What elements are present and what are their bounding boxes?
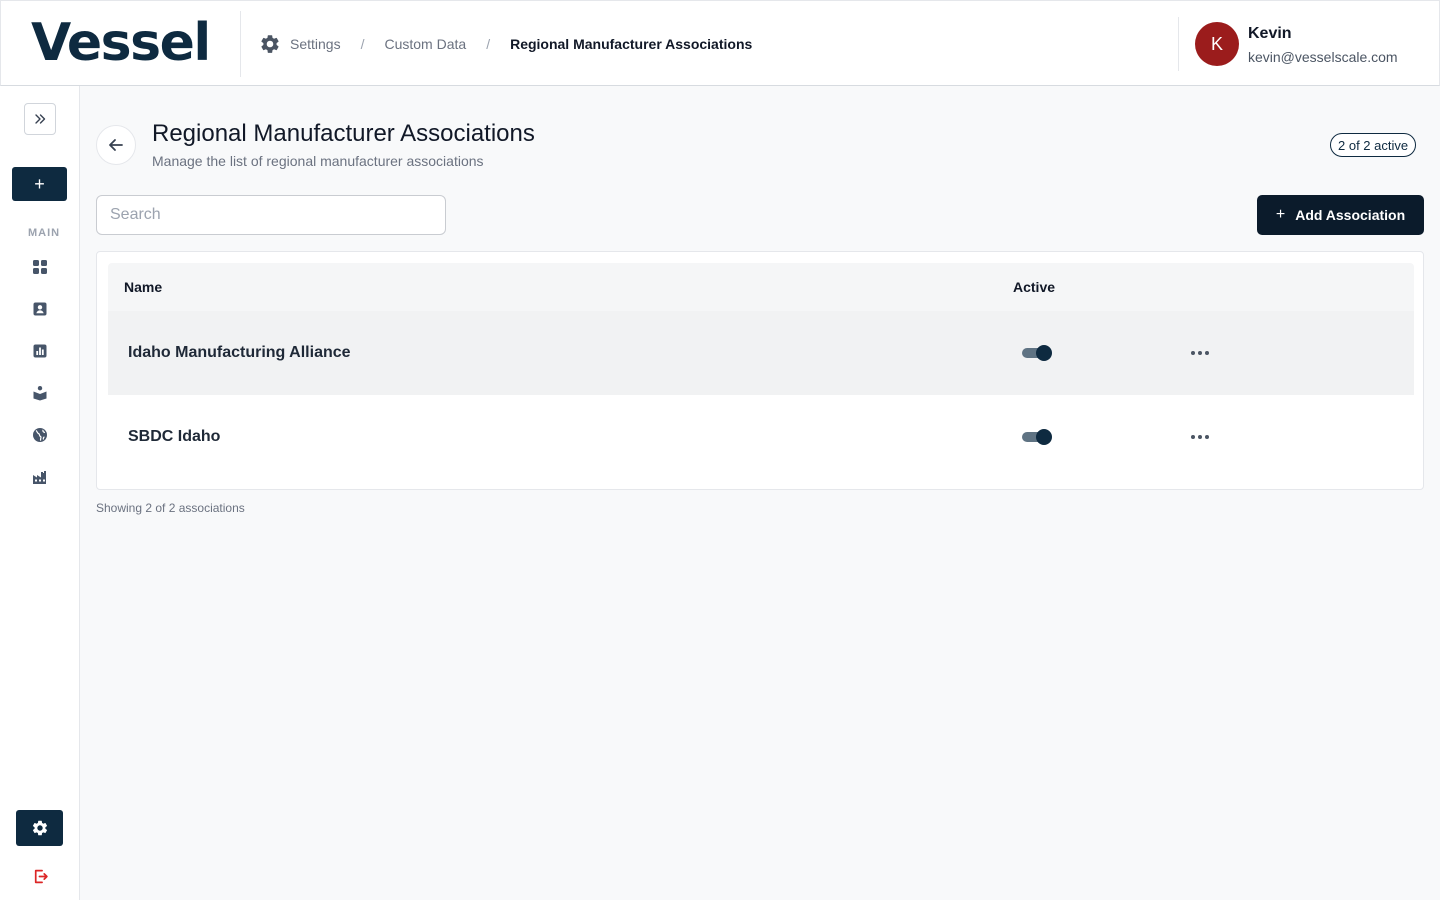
vessel-logo[interactable]: Vessel	[31, 15, 211, 71]
sidebar-item-manufacturers[interactable]	[30, 467, 50, 487]
active-toggle[interactable]	[1022, 344, 1052, 362]
add-association-button[interactable]: + Add Association	[1257, 195, 1424, 235]
ellipsis-icon-dot	[1205, 435, 1209, 439]
gear-icon	[261, 35, 279, 53]
ellipsis-icon-dot	[1198, 351, 1202, 355]
dashboard-grid-icon	[33, 260, 47, 274]
toggle-knob	[1036, 345, 1052, 361]
gear-icon	[32, 820, 47, 836]
sidebar-item-global[interactable]	[30, 425, 50, 445]
page-subtitle: Manage the list of regional manufacturer…	[152, 153, 484, 169]
more-actions-button[interactable]	[1188, 425, 1212, 449]
new-button[interactable]: +	[12, 167, 67, 201]
toggle-knob	[1036, 429, 1052, 445]
back-button[interactable]	[96, 125, 136, 165]
associations-table: Name Active Idaho Manufacturing Alliance…	[96, 251, 1424, 490]
top-header: Vessel Settings / Custom Data / Regional…	[0, 0, 1440, 86]
sidebar-item-contacts[interactable]	[30, 299, 50, 319]
breadcrumb-separator: /	[360, 36, 365, 52]
factory-icon	[33, 471, 46, 484]
table-row[interactable]: Idaho Manufacturing Alliance	[108, 311, 1414, 395]
search-input[interactable]	[96, 195, 446, 235]
ellipsis-icon-dot	[1191, 351, 1195, 355]
reader-icon	[33, 386, 47, 401]
arrow-left-icon	[109, 139, 123, 151]
breadcrumb: Settings / Custom Data / Regional Manufa…	[259, 32, 752, 56]
column-header-active[interactable]: Active	[1013, 279, 1055, 295]
sidebar-settings-button[interactable]	[16, 810, 63, 846]
more-actions-button[interactable]	[1188, 341, 1212, 365]
row-name: SBDC Idaho	[128, 428, 221, 445]
sidebar-section-main: MAIN	[28, 227, 61, 239]
breadcrumb-separator: /	[486, 36, 491, 52]
table-header: Name Active	[108, 263, 1414, 311]
breadcrumb-current: Regional Manufacturer Associations	[510, 36, 753, 52]
user-divider	[1178, 17, 1179, 71]
header-divider	[240, 11, 241, 77]
column-header-name[interactable]: Name	[124, 279, 162, 295]
contact-card-icon	[33, 302, 47, 316]
ellipsis-icon-dot	[1198, 435, 1202, 439]
breadcrumb-settings[interactable]: Settings	[290, 36, 341, 52]
sidebar-item-learning[interactable]	[30, 383, 50, 403]
page-title: Regional Manufacturer Associations	[152, 120, 535, 147]
active-toggle[interactable]	[1022, 428, 1052, 446]
avatar[interactable]: K	[1195, 22, 1239, 66]
sidebar-item-dashboard[interactable]	[30, 257, 50, 277]
sidebar: + MAIN	[0, 86, 80, 900]
ellipsis-icon-dot	[1191, 435, 1195, 439]
sidebar-item-reports[interactable]	[30, 341, 50, 361]
user-name: Kevin	[1248, 25, 1292, 42]
user-email: kevin@vesselscale.com	[1248, 49, 1398, 65]
results-count: Showing 2 of 2 associations	[96, 501, 245, 515]
logout-icon	[34, 869, 48, 883]
breadcrumb-custom-data[interactable]: Custom Data	[384, 36, 466, 52]
add-association-label: Add Association	[1295, 207, 1406, 223]
row-name: Idaho Manufacturing Alliance	[128, 344, 351, 361]
ellipsis-icon-dot	[1205, 351, 1209, 355]
active-count-badge: 2 of 2 active	[1330, 133, 1417, 157]
bar-chart-icon	[33, 344, 47, 358]
logout-button[interactable]	[30, 866, 50, 886]
expand-sidebar-button[interactable]	[24, 103, 56, 135]
chevrons-right-icon	[35, 114, 46, 124]
plus-icon: +	[1275, 206, 1286, 223]
globe-icon	[33, 428, 47, 442]
table-row[interactable]: SBDC Idaho	[108, 395, 1414, 479]
